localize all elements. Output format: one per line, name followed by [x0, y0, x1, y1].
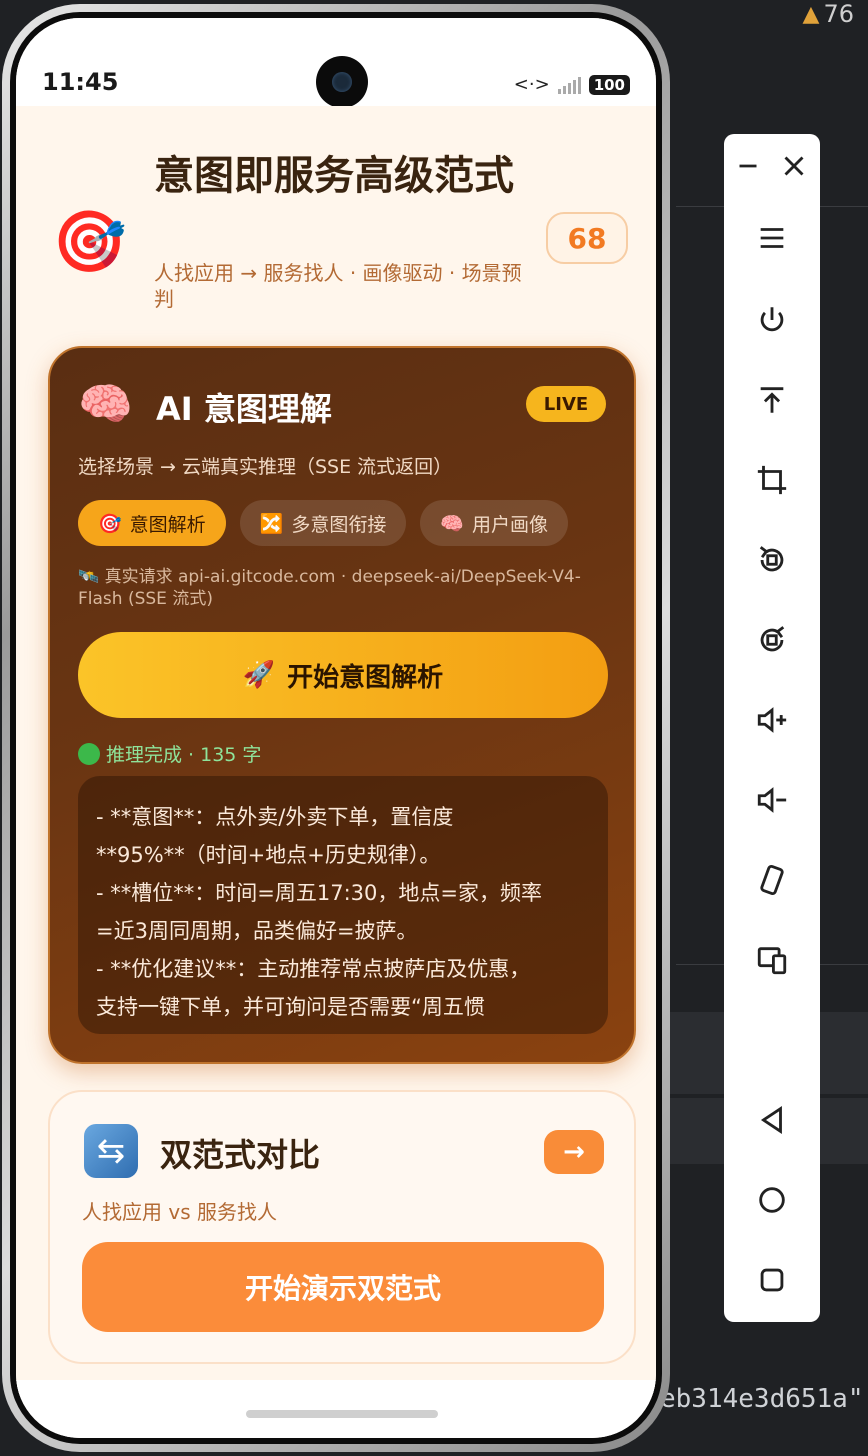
crop-icon[interactable] [748, 456, 796, 504]
chip-label: 意图解析 [129, 513, 206, 536]
rotate-up-icon[interactable] [748, 376, 796, 424]
multi-device-icon[interactable] [748, 936, 796, 984]
status-icons: <·> 100 [514, 74, 630, 95]
warning-icon: ▲ [802, 1, 820, 27]
close-icon[interactable] [776, 142, 812, 190]
inference-result-box[interactable]: - **意图**：点外卖/外卖下单，置信度 **95%**（时间+地点+历史规律… [78, 776, 608, 1034]
rotate-left-icon[interactable] [748, 536, 796, 584]
start-intent-parse-button[interactable]: 🚀 开始意图解析 [78, 632, 608, 718]
inference-status: 推理完成 · 135 字 [78, 740, 261, 767]
warning-indicator[interactable]: ▲ 76 [803, 0, 854, 28]
ai-card-description: 选择场景 → 云端真实推理（SSE 流式返回） [78, 456, 453, 478]
volume-down-icon[interactable] [748, 776, 796, 824]
brain-icon: 🧠 [78, 379, 133, 430]
back-icon[interactable] [748, 1096, 796, 1144]
page-subtitle: 人找应用 → 服务找人 · 画像驱动 · 场景预判 [154, 261, 522, 311]
signal-icon [557, 76, 581, 94]
phone-frame: 11:45 <·> 100 🎯 意图即服务高级范式 人找应用 → 服务找人 · … [2, 4, 670, 1452]
emulator-toolbar [724, 134, 820, 1322]
background-hash-text: eb314e3d651a" [660, 1384, 864, 1414]
power-icon[interactable] [748, 296, 796, 344]
ai-intent-card: 🧠 AI 意图理解 LIVE 选择场景 → 云端真实推理（SSE 流式返回） 🎯… [48, 346, 636, 1064]
shuffle-icon: 🔀 [259, 512, 284, 535]
result-line: =近3周同周期，品类偏好=披萨。 [96, 919, 418, 943]
rotate-right-icon[interactable] [748, 616, 796, 664]
menu-icon[interactable] [748, 214, 796, 262]
home-icon[interactable] [748, 1176, 796, 1224]
target-icon: 🎯 [98, 512, 122, 535]
chip-multi-intent[interactable]: 🔀 多意图衔接 [239, 500, 407, 546]
shake-icon[interactable] [748, 856, 796, 904]
inference-status-text: 推理完成 · 135 字 [106, 744, 262, 766]
dual-card-subtitle: 人找应用 vs 服务找人 [82, 1200, 277, 1224]
endpoint-info: 🛰️ 真实请求 api-ai.gitcode.com · deepseek-ai… [78, 567, 581, 609]
battery-icon: 100 [588, 74, 630, 95]
result-line: - **意图**：点外卖/外卖下单，置信度 [96, 805, 454, 829]
status-time: 11:45 [42, 68, 119, 96]
gesture-bar [16, 1380, 656, 1438]
app-content[interactable]: 🎯 意图即服务高级范式 人找应用 → 服务找人 · 画像驱动 · 场景预判 68… [16, 106, 656, 1396]
brain-icon: 🧠 [440, 512, 465, 535]
live-badge: LIVE [526, 386, 606, 422]
minimize-icon[interactable] [730, 142, 766, 190]
overview-icon[interactable] [748, 1256, 796, 1304]
score-badge[interactable]: 68 [546, 212, 628, 264]
dual-card-arrow-button[interactable]: → [544, 1130, 604, 1174]
data-transfer-icon: <·> [513, 74, 550, 95]
front-camera [316, 56, 368, 108]
result-line: - **优化建议**：主动推荐常点披萨店及优惠， [96, 957, 531, 981]
result-line: - **槽位**：时间=周五17:30，地点=家，频率 [96, 881, 542, 905]
chip-user-profile[interactable]: 🧠 用户画像 [420, 500, 569, 546]
chip-label: 用户画像 [472, 513, 549, 536]
result-line: 支持一键下单，并可询问是否需要“周五惯 [96, 995, 485, 1019]
result-line: **95%**（时间+地点+历史规律）。 [96, 843, 441, 867]
scenario-chips: 🎯 意图解析 🔀 多意图衔接 🧠 用户画像 [78, 500, 569, 546]
volume-up-icon[interactable] [748, 696, 796, 744]
ai-card-title: AI 意图理解 [156, 390, 332, 428]
home-indicator[interactable] [246, 1410, 438, 1418]
refresh-icon: ⇆ [84, 1124, 138, 1178]
result-line: 例”套餐。 [96, 1026, 590, 1034]
start-dual-demo-button[interactable]: 开始演示双范式 [82, 1242, 604, 1332]
phone-screen: 11:45 <·> 100 🎯 意图即服务高级范式 人找应用 → 服务找人 · … [16, 18, 656, 1438]
dual-card-title: 双范式对比 [160, 1136, 321, 1174]
status-bar: 11:45 <·> 100 [16, 18, 656, 108]
dual-paradigm-card: ⇆ 双范式对比 → 人找应用 vs 服务找人 开始演示双范式 [48, 1090, 636, 1364]
chip-intent-parse[interactable]: 🎯 意图解析 [78, 500, 226, 546]
start-button-label: 开始意图解析 [287, 662, 444, 693]
target-icon: 🎯 [52, 207, 127, 277]
status-dot-icon [78, 742, 100, 765]
rocket-icon: 🚀 [242, 660, 276, 690]
chip-label: 多意图衔接 [291, 513, 387, 536]
warning-count: 76 [823, 0, 854, 28]
page-title: 意图即服务高级范式 [154, 153, 514, 199]
